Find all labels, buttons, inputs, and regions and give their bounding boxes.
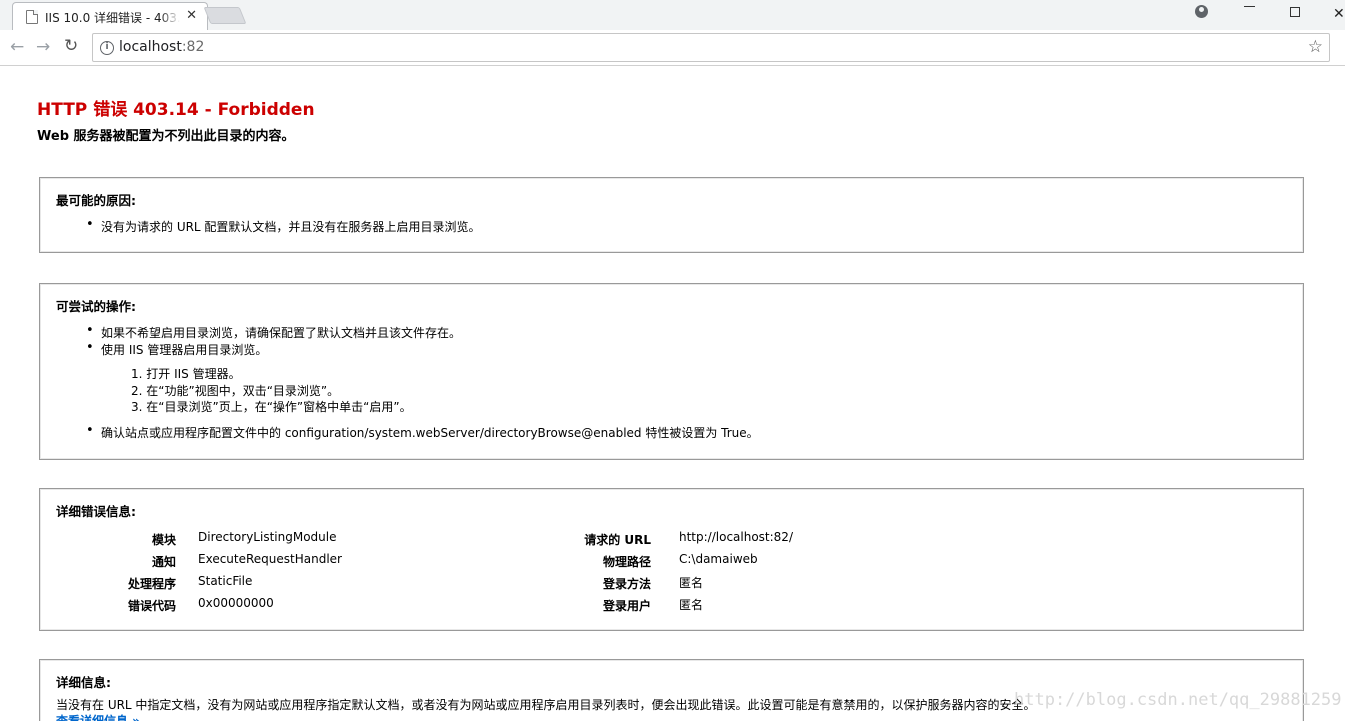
more-info-link[interactable]: 查看详细信息 » <box>56 712 140 721</box>
error-title: HTTP 错误 403.14 - Forbidden <box>37 100 315 120</box>
address-bar[interactable]: i localhost:82 ☆ <box>92 33 1330 62</box>
step-item: 1. 打开 IIS 管理器。 <box>131 367 241 381</box>
info-icon[interactable]: i <box>100 41 114 55</box>
url-host: localhost <box>119 39 182 55</box>
new-tab-button[interactable] <box>203 7 247 24</box>
detail-key: 模块 <box>151 533 176 547</box>
action-item: 确认站点或应用程序配置文件中的 configuration/system.web… <box>86 423 759 441</box>
detail-value: http://localhost:82/ <box>679 530 793 544</box>
detail-value: 匿名 <box>679 576 704 590</box>
detail-key: 请求的 URL <box>584 533 651 547</box>
details-heading: 详细错误信息: <box>56 504 136 519</box>
step-item: 2. 在“功能”视图中，双击“目录浏览”。 <box>131 384 340 398</box>
detail-value: ExecuteRequestHandler <box>198 552 342 566</box>
tab-title: IIS 10.0 详细错误 - 403.14 - Forbidden <box>45 11 180 25</box>
cause-item: 没有为请求的 URL 配置默认文档，并且没有在服务器上启用目录浏览。 <box>86 217 480 235</box>
action-item: 使用 IIS 管理器启用目录浏览。 <box>86 340 267 358</box>
actions-heading: 可尝试的操作: <box>56 299 136 314</box>
detail-key: 物理路径 <box>602 555 651 569</box>
detail-value: DirectoryListingModule <box>198 530 337 544</box>
window-close-icon[interactable]: ✕ <box>1333 6 1345 22</box>
error-subtitle: Web 服务器被配置为不列出此目录的内容。 <box>37 129 295 144</box>
reload-icon[interactable]: ↻ <box>64 36 78 56</box>
back-icon[interactable]: ← <box>10 37 24 57</box>
bookmark-star-icon[interactable]: ☆ <box>1308 37 1323 57</box>
detail-key: 登录方法 <box>602 577 651 591</box>
tab-strip: IIS 10.0 详细错误 - 403.14 - Forbidden ✕ ✕ <box>0 0 1345 30</box>
detail-key: 错误代码 <box>127 599 176 613</box>
maximize-icon[interactable] <box>1290 7 1300 17</box>
profile-icon[interactable] <box>1195 5 1208 18</box>
url-text[interactable]: localhost:82 <box>119 39 204 55</box>
page-content: HTTP 错误 403.14 - Forbidden Web 服务器被配置为不列… <box>0 67 1345 721</box>
url-port: :82 <box>181 39 205 55</box>
detail-key: 通知 <box>151 555 176 569</box>
detail-key: 登录用户 <box>602 599 651 613</box>
browser-tab[interactable]: IIS 10.0 详细错误 - 403.14 - Forbidden ✕ <box>12 2 208 30</box>
tab-close-icon[interactable]: ✕ <box>186 8 197 23</box>
detail-value: StaticFile <box>198 574 253 588</box>
causes-panel: 最可能的原因: 没有为请求的 URL 配置默认文档，并且没有在服务器上启用目录浏… <box>39 177 1304 253</box>
browser-toolbar: ← → ↻ i localhost:82 ☆ <box>0 30 1345 66</box>
minimize-icon[interactable] <box>1244 6 1255 7</box>
action-item: 如果不希望启用目录浏览，请确保配置了默认文档并且该文件存在。 <box>86 323 461 341</box>
forward-icon[interactable]: → <box>36 37 50 57</box>
more-info-heading: 详细信息: <box>56 675 111 690</box>
more-info-text: 当没有在 URL 中指定文档，没有为网站或应用程序指定默认文档，或者没有为网站或… <box>56 698 1036 712</box>
causes-heading: 最可能的原因: <box>56 193 136 208</box>
detail-value: C:\damaiweb <box>679 552 758 566</box>
detail-value: 0x00000000 <box>198 596 274 610</box>
detail-key: 处理程序 <box>127 577 176 591</box>
watermark: http://blog.csdn.net/qq_29881259 <box>1014 690 1342 710</box>
detail-value: 匿名 <box>679 598 704 612</box>
actions-panel: 可尝试的操作: 如果不希望启用目录浏览，请确保配置了默认文档并且该文件存在。 使… <box>39 283 1304 460</box>
step-item: 3. 在“目录浏览”页上，在“操作”窗格中单击“启用”。 <box>131 400 412 414</box>
details-panel: 详细错误信息: 模块 DirectoryListingModule 通知 Exe… <box>39 488 1304 631</box>
page-icon <box>26 10 38 24</box>
